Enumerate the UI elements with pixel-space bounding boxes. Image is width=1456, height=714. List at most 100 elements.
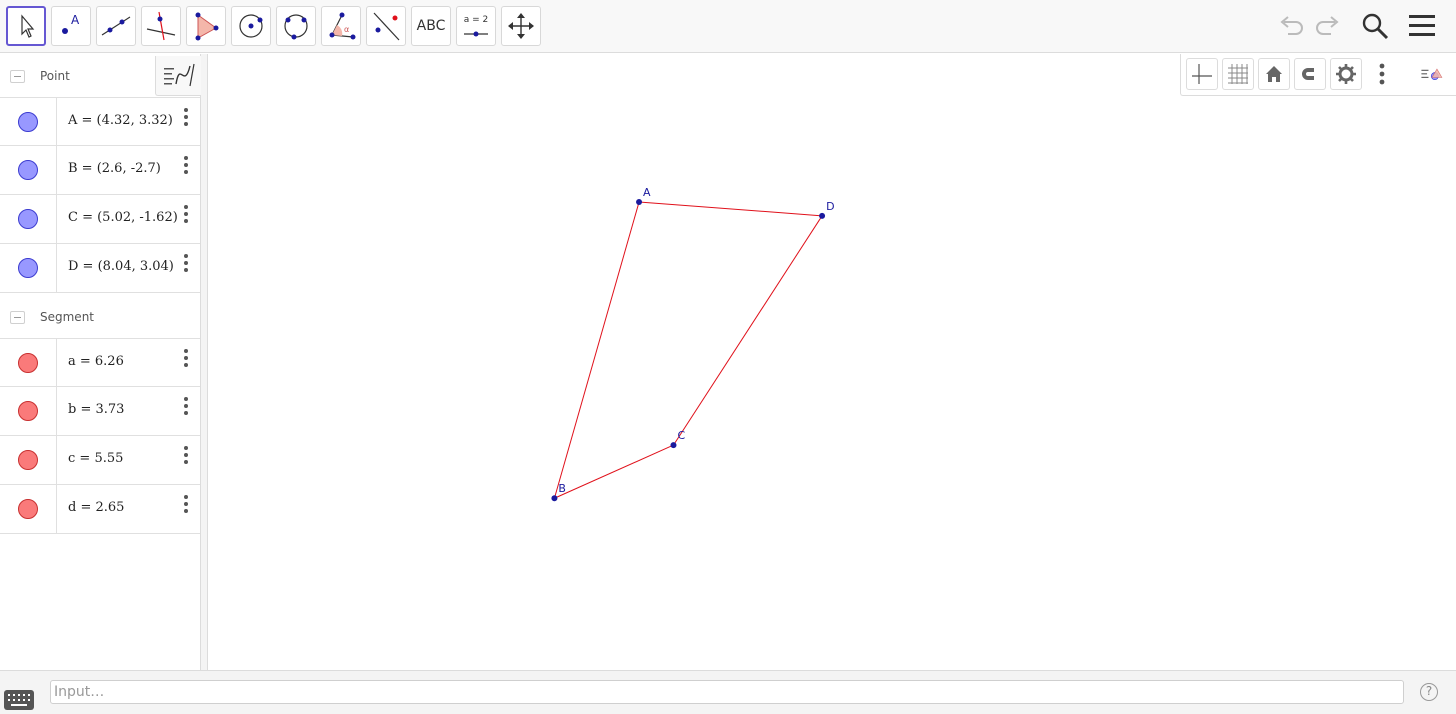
- segment-a[interactable]: [553, 201, 640, 499]
- point-a[interactable]: [636, 199, 643, 206]
- expression[interactable]: B = (2.6, -2.7): [68, 161, 161, 176]
- slider-label: a = 2: [463, 15, 489, 25]
- collapse-toggle[interactable]: [10, 311, 25, 324]
- toggle-axes-button[interactable]: [1186, 58, 1218, 90]
- algebra-row-point-c[interactable]: C = (5.02, -1.62): [0, 195, 200, 244]
- visibility-marker[interactable]: [0, 485, 57, 533]
- visibility-toggle[interactable]: [18, 353, 38, 373]
- redo-button[interactable]: [1310, 8, 1346, 44]
- category-label: Point: [40, 69, 70, 83]
- more-options-button[interactable]: [178, 203, 194, 227]
- menu-icon: [1409, 15, 1435, 36]
- perpendicular-line-tool-button[interactable]: [141, 6, 181, 46]
- expression[interactable]: a = 6.26: [68, 354, 124, 369]
- algebra-input-field[interactable]: [50, 680, 1404, 704]
- search-button[interactable]: [1357, 8, 1393, 44]
- point-capturing-button[interactable]: [1294, 58, 1326, 90]
- text-tool-button[interactable]: ABC: [411, 6, 451, 46]
- point-c[interactable]: [670, 442, 677, 449]
- home-icon: [1266, 66, 1282, 82]
- visibility-toggle[interactable]: [18, 401, 38, 421]
- move-graphics-tool-button[interactable]: [501, 6, 541, 46]
- algebra-row-point-a[interactable]: A = (4.32, 3.32): [0, 97, 200, 146]
- geogebra-app: A α ABC a = 2 Point A = (4.32, 3.32) B =…: [0, 0, 1456, 714]
- algebra-row-segment-a[interactable]: a = 6.26: [0, 338, 200, 387]
- more-options-button[interactable]: [178, 444, 194, 468]
- more-options-button[interactable]: [178, 252, 194, 276]
- expression[interactable]: D = (8.04, 3.04): [68, 259, 174, 274]
- visibility-toggle[interactable]: [18, 499, 38, 519]
- expression[interactable]: C = (5.02, -1.62): [68, 210, 178, 225]
- svg-text:α: α: [344, 25, 349, 34]
- visibility-toggle[interactable]: [18, 258, 38, 278]
- visibility-marker[interactable]: [0, 339, 57, 387]
- circle-three-points-tool-button[interactable]: [276, 6, 316, 46]
- grid-icon: [1228, 64, 1248, 84]
- reflect-icon: [373, 12, 400, 41]
- help-button[interactable]: ?: [1420, 683, 1438, 701]
- category-segment: Segment: [0, 295, 200, 339]
- graphics-canvas[interactable]: A B C D: [208, 54, 1456, 670]
- segment-b[interactable]: [554, 444, 674, 499]
- visibility-marker[interactable]: [0, 244, 57, 292]
- redo-icon: [1316, 16, 1339, 35]
- visibility-toggle[interactable]: [18, 160, 38, 180]
- algebra-row-point-d[interactable]: D = (8.04, 3.04): [0, 244, 200, 293]
- axes-icon: [1192, 64, 1212, 84]
- keyboard-button[interactable]: [4, 690, 34, 710]
- visibility-toggle[interactable]: [18, 112, 38, 132]
- main-menu-button[interactable]: [1404, 8, 1440, 44]
- expression[interactable]: A = (4.32, 3.32): [68, 113, 173, 128]
- visibility-toggle[interactable]: [18, 450, 38, 470]
- algebra-row-segment-d[interactable]: d = 2.65: [0, 485, 200, 534]
- expression[interactable]: d = 2.65: [68, 500, 124, 515]
- line-icon: [101, 16, 131, 36]
- graphics-view[interactable]: A B C D: [208, 54, 1456, 670]
- slider-tool-button[interactable]: a = 2: [456, 6, 496, 46]
- toggle-grid-button[interactable]: [1222, 58, 1254, 90]
- algebra-row-point-b[interactable]: B = (2.6, -2.7): [0, 146, 200, 195]
- polygon-tool-button[interactable]: [186, 6, 226, 46]
- visibility-marker[interactable]: [0, 436, 57, 484]
- move-tool-button[interactable]: [6, 6, 46, 46]
- expression[interactable]: c = 5.55: [68, 451, 123, 466]
- more-options-button[interactable]: [178, 347, 194, 371]
- main-toolbar: A α ABC a = 2: [0, 0, 1456, 53]
- visibility-marker[interactable]: [0, 195, 57, 243]
- style-bar-toggle-button[interactable]: [1413, 58, 1451, 90]
- point-b[interactable]: [551, 495, 558, 502]
- more-vertical-icon: [1379, 63, 1385, 85]
- panel-resizer[interactable]: [201, 54, 208, 670]
- angle-tool-button[interactable]: α: [321, 6, 361, 46]
- more-options-button[interactable]: [178, 493, 194, 517]
- visibility-marker[interactable]: [0, 146, 57, 194]
- more-options-button[interactable]: [178, 154, 194, 178]
- expression[interactable]: b = 3.73: [68, 402, 124, 417]
- graphics-settings-button[interactable]: [1330, 58, 1362, 90]
- more-options-button[interactable]: [178, 106, 194, 130]
- more-options-button[interactable]: [178, 395, 194, 419]
- graphics-more-button[interactable]: [1366, 58, 1398, 90]
- circle-three-points-icon: [284, 14, 308, 40]
- style-bar-icon: [1421, 68, 1443, 80]
- segment-d[interactable]: [639, 201, 823, 217]
- circle-center-point-tool-button[interactable]: [231, 6, 271, 46]
- visibility-marker[interactable]: [0, 387, 57, 435]
- search-icon: [1362, 13, 1389, 40]
- collapse-toggle[interactable]: [10, 70, 25, 83]
- keyboard-icon: [4, 690, 34, 710]
- reflect-tool-button[interactable]: [366, 6, 406, 46]
- algebra-row-segment-b[interactable]: b = 3.73: [0, 387, 200, 436]
- input-bar: ?: [0, 670, 1456, 714]
- undo-button[interactable]: [1273, 8, 1309, 44]
- point-tool-button[interactable]: A: [51, 6, 91, 46]
- circle-icon: [239, 14, 263, 38]
- line-tool-button[interactable]: [96, 6, 136, 46]
- visibility-toggle[interactable]: [18, 209, 38, 229]
- algebra-row-segment-c[interactable]: c = 5.55: [0, 436, 200, 485]
- visibility-marker[interactable]: [0, 98, 57, 146]
- gear-icon: [1336, 64, 1356, 84]
- standard-view-button[interactable]: [1258, 58, 1290, 90]
- segment-c[interactable]: [673, 215, 823, 446]
- point-d[interactable]: [819, 212, 826, 219]
